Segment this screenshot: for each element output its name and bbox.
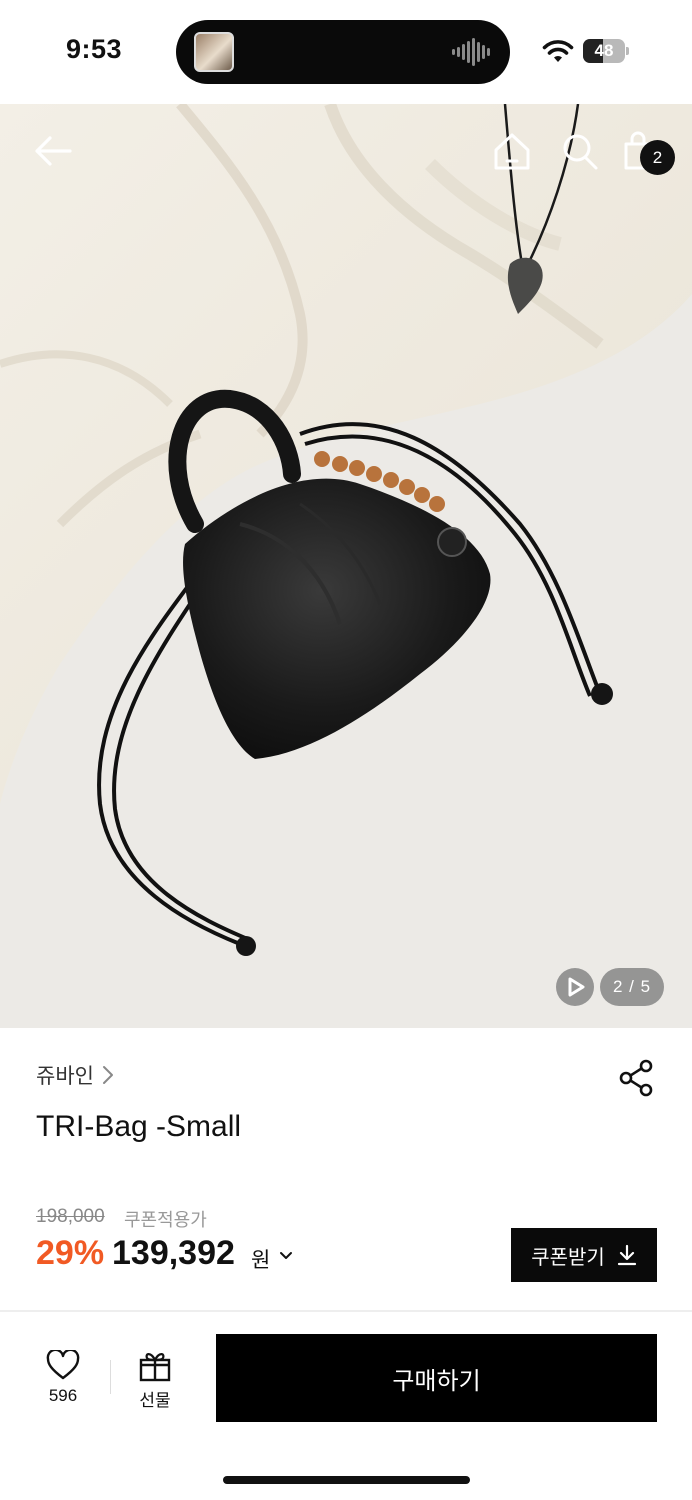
audio-waveform-icon xyxy=(452,38,490,66)
currency-unit: 원 xyxy=(251,1249,271,1272)
product-image-gallery[interactable]: 2 2 / 5 xyxy=(0,104,692,1028)
product-title: TRI-Bag -Small xyxy=(36,1110,242,1143)
dynamic-island[interactable] xyxy=(176,20,510,84)
get-coupon-label: 쿠폰받기 xyxy=(531,1246,605,1269)
download-icon xyxy=(617,1244,636,1266)
product-top-nav: 2 xyxy=(0,104,692,204)
chevron-right-icon xyxy=(102,1066,113,1084)
coupon-price-label: 쿠폰적용가 xyxy=(124,1210,207,1230)
battery-indicator: 48 xyxy=(583,39,625,63)
wifi-icon xyxy=(542,40,574,62)
now-playing-thumbnail xyxy=(194,32,234,72)
home-icon[interactable] xyxy=(490,128,534,174)
brand-name: 쥬바인 xyxy=(36,1065,94,1088)
like-count: 596 xyxy=(48,1386,78,1405)
original-price: 198,000 xyxy=(36,1206,105,1227)
home-indicator[interactable] xyxy=(223,1476,470,1484)
gift-label: 선물 xyxy=(139,1391,171,1410)
search-icon[interactable] xyxy=(558,128,602,174)
sale-price: 139,392 xyxy=(112,1234,235,1272)
product-photo xyxy=(0,104,692,1028)
like-button[interactable]: 596 xyxy=(30,1350,96,1414)
product-info: 쥬바인 TRI-Bag -Small 198,000 쿠폰적용가 29% 139… xyxy=(0,1028,692,1310)
battery-level: 48 xyxy=(594,41,614,60)
discount-rate: 29% xyxy=(36,1234,105,1272)
play-icon xyxy=(568,977,585,997)
heart-icon xyxy=(46,1350,80,1380)
gallery-page-indicator: 2 / 5 xyxy=(600,968,664,1006)
play-video-button[interactable] xyxy=(556,968,594,1006)
gift-button[interactable]: 선물 xyxy=(122,1350,188,1414)
status-time: 9:53 xyxy=(66,34,123,64)
get-coupon-button[interactable]: 쿠폰받기 xyxy=(511,1228,657,1282)
bottom-action-bar: 596 선물 구매하기 xyxy=(0,1312,692,1500)
cart-count-badge: 2 xyxy=(640,140,675,175)
status-bar: 9:53 48 xyxy=(0,0,692,104)
buy-button[interactable]: 구매하기 xyxy=(216,1334,657,1422)
back-arrow-icon[interactable] xyxy=(30,128,76,174)
gift-icon xyxy=(139,1353,171,1382)
share-icon[interactable] xyxy=(616,1058,656,1098)
chevron-down-icon[interactable] xyxy=(278,1248,294,1264)
vertical-divider xyxy=(110,1360,111,1394)
brand-link[interactable]: 쥬바인 xyxy=(36,1060,114,1090)
battery-tip xyxy=(626,47,629,55)
